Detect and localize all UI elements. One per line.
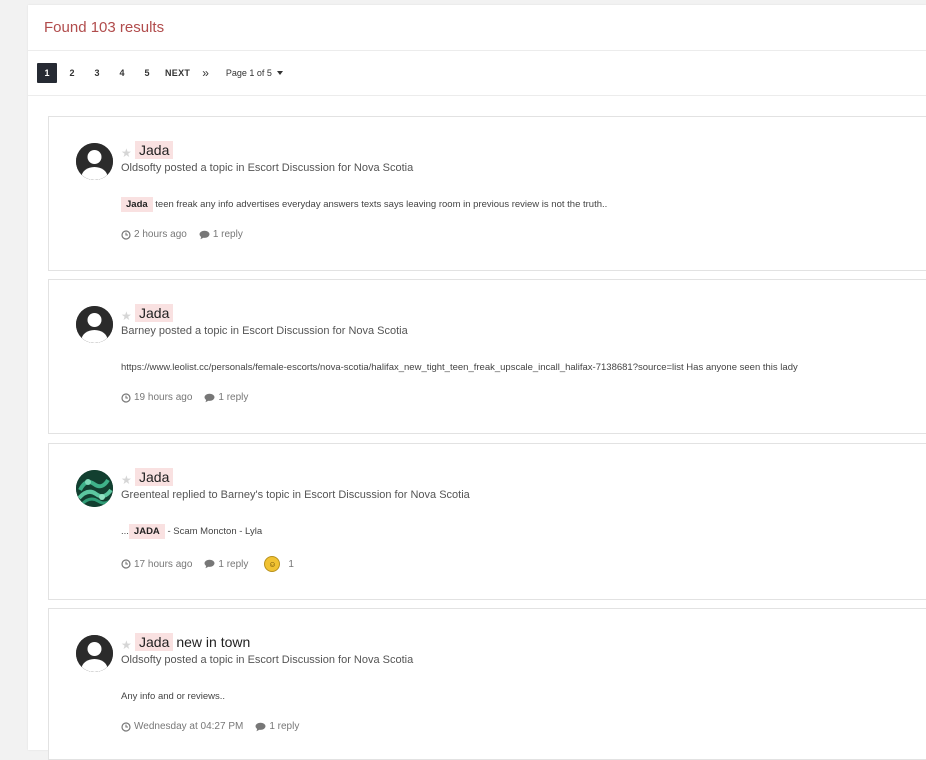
- result-replies[interactable]: 1 reply: [199, 229, 243, 240]
- clock-icon: [121, 721, 131, 732]
- page-2-button[interactable]: 2: [62, 63, 82, 83]
- comment-icon: [199, 230, 210, 240]
- comment-icon: [204, 559, 215, 569]
- result-title[interactable]: Jada: [135, 468, 176, 486]
- star-icon: ★: [121, 146, 132, 160]
- snippet-highlight: JADA: [128, 524, 165, 539]
- star-icon: ★: [121, 638, 132, 652]
- comment-icon: [255, 722, 266, 732]
- comment-icon: [204, 393, 215, 403]
- result-snippet: Any info and or reviews..: [121, 691, 225, 702]
- result-time: 17 hours ago: [121, 559, 192, 570]
- page-3-button[interactable]: 3: [87, 63, 107, 83]
- divider: [28, 50, 926, 51]
- page-5-button[interactable]: 5: [137, 63, 157, 83]
- search-results-panel: Found 103 results 1 2 3 4 5 NEXT » Page …: [28, 5, 926, 760]
- result-replies[interactable]: 1 reply: [255, 721, 299, 732]
- result-item: ★ Jada Greenteal replied to Barney's top…: [48, 443, 926, 600]
- replies-text: 1 reply: [218, 392, 249, 403]
- last-page-button[interactable]: »: [202, 66, 209, 80]
- caret-down-icon: [276, 71, 283, 75]
- time-text: 17 hours ago: [134, 558, 193, 570]
- clock-icon: [121, 392, 131, 403]
- snippet-highlight: Jada: [121, 197, 153, 212]
- title-highlight[interactable]: Jada: [135, 141, 174, 159]
- replies-text: 1 reply: [269, 721, 300, 732]
- result-snippet: https://www.leolist.cc/personals/female-…: [121, 362, 798, 373]
- result-replies[interactable]: 1 reply: [204, 392, 248, 403]
- snippet-text: Any info and or reviews..: [121, 691, 226, 702]
- replies-text: 1 reply: [218, 558, 249, 570]
- result-time: Wednesday at 04:27 PM: [121, 721, 243, 732]
- clock-icon: [121, 229, 131, 240]
- star-icon: ★: [121, 309, 132, 323]
- reaction-count: 1: [288, 558, 294, 570]
- result-replies[interactable]: 1 reply: [204, 559, 248, 570]
- result-item: ★ Jada new in town Oldsofty posted a topi…: [48, 608, 926, 760]
- pagination: 1 2 3 4 5 NEXT » Page 1 of 5: [37, 63, 283, 83]
- title-highlight[interactable]: Jada: [135, 633, 174, 651]
- result-stats: 2 hours ago 1 reply: [121, 229, 255, 240]
- star-icon: ★: [121, 473, 132, 487]
- clock-icon: [121, 559, 131, 569]
- snippet-text: https://www.leolist.cc/personals/female-…: [121, 362, 798, 373]
- page-jump-label: Page 1 of 5: [225, 68, 272, 78]
- page-jump-dropdown[interactable]: Page 1 of 5: [226, 68, 283, 78]
- snippet-prefix: ...: [121, 526, 129, 537]
- avatar[interactable]: [76, 143, 113, 180]
- result-stats: 19 hours ago 1 reply: [121, 392, 260, 403]
- results-count-title: Found 103 results: [44, 19, 165, 36]
- divider: [28, 95, 926, 96]
- result-item: ★ Jada Oldsofty posted a topic in Escort…: [48, 116, 926, 271]
- result-time: 2 hours ago: [121, 229, 187, 240]
- result-stats: 17 hours ago 1 reply ☺ 1: [121, 556, 294, 572]
- next-page-button[interactable]: NEXT: [165, 68, 190, 78]
- result-time: 19 hours ago: [121, 392, 192, 403]
- result-title[interactable]: Jada new in town: [135, 633, 250, 651]
- result-snippet: ... JADA - Scam Moncton - Lyla: [121, 524, 263, 539]
- result-snippet: Jada teen freak any info advertises ever…: [121, 197, 608, 212]
- reaction-summary[interactable]: ☺ 1: [260, 556, 294, 572]
- title-rest[interactable]: new in town: [176, 634, 250, 650]
- result-meta: Oldsofty posted a topic in Escort Discus…: [121, 162, 414, 174]
- page-1-button[interactable]: 1: [37, 63, 57, 83]
- avatar[interactable]: [76, 635, 113, 672]
- result-meta: Barney posted a topic in Escort Discussi…: [121, 325, 408, 337]
- snippet-text: teen freak any info advertises everyday …: [155, 199, 608, 210]
- result-item: ★ Jada Barney posted a topic in Escort D…: [48, 279, 926, 434]
- result-title[interactable]: Jada: [135, 141, 176, 159]
- avatar[interactable]: [76, 306, 113, 343]
- time-text: 19 hours ago: [134, 392, 193, 403]
- snippet-text: - Scam Moncton - Lyla: [167, 526, 263, 537]
- title-highlight[interactable]: Jada: [135, 468, 174, 486]
- result-meta: Oldsofty posted a topic in Escort Discus…: [121, 654, 414, 666]
- reaction-icon: ☺: [264, 556, 281, 572]
- result-title[interactable]: Jada: [135, 304, 176, 322]
- page-4-button[interactable]: 4: [112, 63, 132, 83]
- time-text: Wednesday at 04:27 PM: [134, 721, 244, 732]
- replies-text: 1 reply: [212, 229, 243, 240]
- avatar[interactable]: [76, 470, 113, 507]
- title-highlight[interactable]: Jada: [135, 304, 174, 322]
- result-stats: Wednesday at 04:27 PM 1 reply: [121, 721, 311, 732]
- time-text: 2 hours ago: [134, 229, 187, 240]
- result-meta: Greenteal replied to Barney's topic in E…: [121, 489, 470, 501]
